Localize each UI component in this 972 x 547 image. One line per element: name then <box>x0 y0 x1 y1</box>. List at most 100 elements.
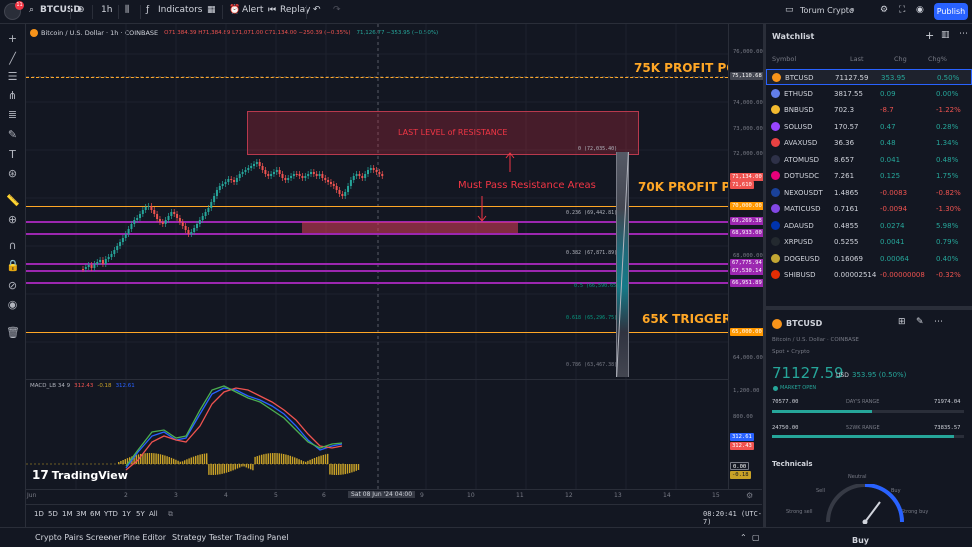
watchlist-row[interactable]: SHIBUSD 0.00002514 -0.00000008 -0.32% <box>766 267 972 283</box>
quick-search-icon[interactable]: ⌕ <box>850 5 855 15</box>
layout-icon[interactable]: ▦ <box>207 5 216 15</box>
candle <box>184 223 187 233</box>
candles-icon[interactable]: ⫼ <box>125 5 129 15</box>
pattern-icon[interactable]: ⊛ <box>6 167 19 180</box>
col-symbol[interactable]: Symbol <box>772 55 796 63</box>
brush-icon[interactable]: ✎ <box>6 128 19 141</box>
edit-icon[interactable]: ✎ <box>916 317 924 327</box>
candle <box>116 243 119 253</box>
macd-bar <box>124 459 126 464</box>
col-chgpct[interactable]: Chg% <box>928 55 947 63</box>
watchlist-row[interactable]: ATOMUSD 8.657 0.041 0.48% <box>766 152 972 168</box>
trash-icon[interactable]: 🗑 <box>6 326 20 339</box>
axis-settings-icon[interactable]: ⚙ <box>746 491 753 500</box>
range-1d[interactable]: 1D <box>34 510 44 518</box>
lock-icon[interactable]: 🔒 <box>6 259 20 272</box>
watchlist-row[interactable]: SOLUSD 170.57 0.47 0.28% <box>766 119 972 135</box>
ruler-icon[interactable]: 📏 <box>6 194 20 207</box>
goto-date-icon[interactable]: ⧉ <box>168 510 173 519</box>
interval-selector[interactable]: 1h <box>101 5 112 15</box>
range-3m[interactable]: 3M <box>76 510 87 518</box>
indicators-icon[interactable]: ƒ <box>146 5 149 15</box>
clock[interactable]: 08:20:41 (UTC-7) <box>703 510 762 526</box>
price-axis[interactable]: 76,000.00 74,000.00 73,000.00 72,000.00 … <box>728 24 764 489</box>
watchlist-row[interactable]: XRPUSD 0.5255 0.0041 0.79% <box>766 234 972 250</box>
layout-name[interactable]: Torum Crypto <box>800 6 854 15</box>
watchlist-chg: 0.125 <box>880 172 901 180</box>
tab-trading-panel[interactable]: Trading Panel <box>235 533 288 542</box>
add-symbol-icon[interactable]: + <box>925 29 934 42</box>
time-axis[interactable]: Jun 2 3 4 5 6 Sat 08 Jun '24 04:00 9 10 … <box>26 489 762 503</box>
publish-button[interactable]: Publish <box>934 3 968 20</box>
magnet-icon[interactable]: ∩ <box>6 239 19 252</box>
candle <box>329 179 332 187</box>
range-6m[interactable]: 6M <box>90 510 101 518</box>
price-tag-66: 66,951.89 <box>730 279 764 287</box>
macd-indicator[interactable] <box>26 380 728 490</box>
col-chg[interactable]: Chg <box>894 55 907 63</box>
widget-layout-icon[interactable]: ▥ <box>941 30 950 40</box>
camera-icon[interactable]: ◉ <box>916 5 924 15</box>
range-5y[interactable]: 5Y <box>136 510 145 518</box>
indicators-button[interactable]: Indicators <box>158 5 202 15</box>
horizontal-lines-icon[interactable]: ☰ <box>6 70 19 83</box>
range-1m[interactable]: 1M <box>62 510 73 518</box>
chevron-down-icon[interactable]: ⌄ <box>106 533 112 541</box>
collapse-icon[interactable]: ⌃ <box>740 533 747 542</box>
more-icon[interactable]: ⋯ <box>959 29 968 39</box>
watchlist-row[interactable]: MATICUSD 0.7161 -0.0094 -1.30% <box>766 201 972 217</box>
range-5d[interactable]: 5D <box>48 510 58 518</box>
candle <box>381 171 384 179</box>
search-icon[interactable]: ⌕ <box>29 5 34 15</box>
watchlist-row[interactable]: DOGEUSD 0.16069 0.00064 0.40% <box>766 251 972 267</box>
technicals-title[interactable]: Technicals <box>772 460 813 468</box>
watchlist-row[interactable]: DOTUSDC 7.261 0.125 1.75% <box>766 168 972 184</box>
watchlist-row[interactable]: NEXOUSDT 1.4865 -0.0083 -0.82% <box>766 185 972 201</box>
watchlist-row[interactable]: ADAUSD 0.4855 0.0274 5.98% <box>766 218 972 234</box>
chevron-down-icon[interactable]: ⌄ <box>806 32 812 40</box>
watchlist-row[interactable]: AVAXUSD 36.36 0.48 1.34% <box>766 135 972 151</box>
zoom-icon[interactable]: ⊕ <box>6 213 19 226</box>
fullscreen-icon[interactable]: ⛶ <box>899 5 905 15</box>
maximize-icon[interactable]: ▢ <box>752 533 760 542</box>
range-1y[interactable]: 1Y <box>122 510 131 518</box>
grid-icon[interactable]: ⊞ <box>898 317 906 327</box>
undo-icon[interactable]: ↶ <box>313 5 321 15</box>
fib-icon[interactable]: ≣ <box>6 108 19 121</box>
watchlist-row[interactable]: ETHUSD 3817.55 0.09 0.00% <box>766 86 972 102</box>
candle <box>238 171 241 181</box>
layout-select-icon[interactable]: ▭ <box>785 5 794 15</box>
pitchfork-icon[interactable]: ⋔ <box>6 89 19 102</box>
watchlist-row[interactable]: BTCUSD 71127.59 353.95 0.50% <box>766 69 972 85</box>
macd-bar <box>261 454 263 464</box>
col-last[interactable]: Last <box>850 55 864 63</box>
settings-icon[interactable]: ⚙ <box>880 5 888 15</box>
more-icon[interactable]: ⋯ <box>934 317 943 327</box>
alert-button[interactable]: Alert <box>242 5 263 15</box>
candle <box>290 173 293 181</box>
lock-drawings-icon[interactable]: ⊘ <box>6 279 19 292</box>
candle <box>278 167 281 177</box>
text-icon[interactable]: T <box>6 148 19 161</box>
crosshair-icon[interactable]: + <box>6 32 19 45</box>
redo-icon[interactable]: ↷ <box>333 5 341 15</box>
watchlist-row[interactable]: BNBUSD 702.3 -8.7 -1.22% <box>766 102 972 118</box>
alert-icon[interactable]: ⏰ <box>229 5 240 15</box>
trend-line-icon[interactable]: ╱ <box>6 52 19 65</box>
eye-icon[interactable]: ◉ <box>6 298 19 311</box>
symbol-search[interactable]: BTCUSD <box>40 5 81 15</box>
compare-icon[interactable]: ⊕ <box>77 5 85 15</box>
watchlist-last: 170.57 <box>834 122 859 131</box>
chart-pane[interactable]: Bitcoin / U.S. Dollar · 1h · COINBASE O7… <box>26 24 762 504</box>
candle <box>324 175 327 183</box>
tab-strategy-tester[interactable]: Strategy Tester <box>172 533 233 542</box>
candle <box>150 203 153 213</box>
range-ytd[interactable]: YTD <box>104 510 118 518</box>
candle <box>178 215 181 225</box>
replay-icon[interactable]: ⏮ <box>268 5 276 15</box>
details-symbol[interactable]: BTCUSD <box>786 319 822 328</box>
tab-pine-editor[interactable]: Pine Editor <box>123 533 166 542</box>
candle <box>110 251 113 260</box>
range-all[interactable]: All <box>149 510 158 518</box>
candlestick-series[interactable] <box>26 24 728 384</box>
